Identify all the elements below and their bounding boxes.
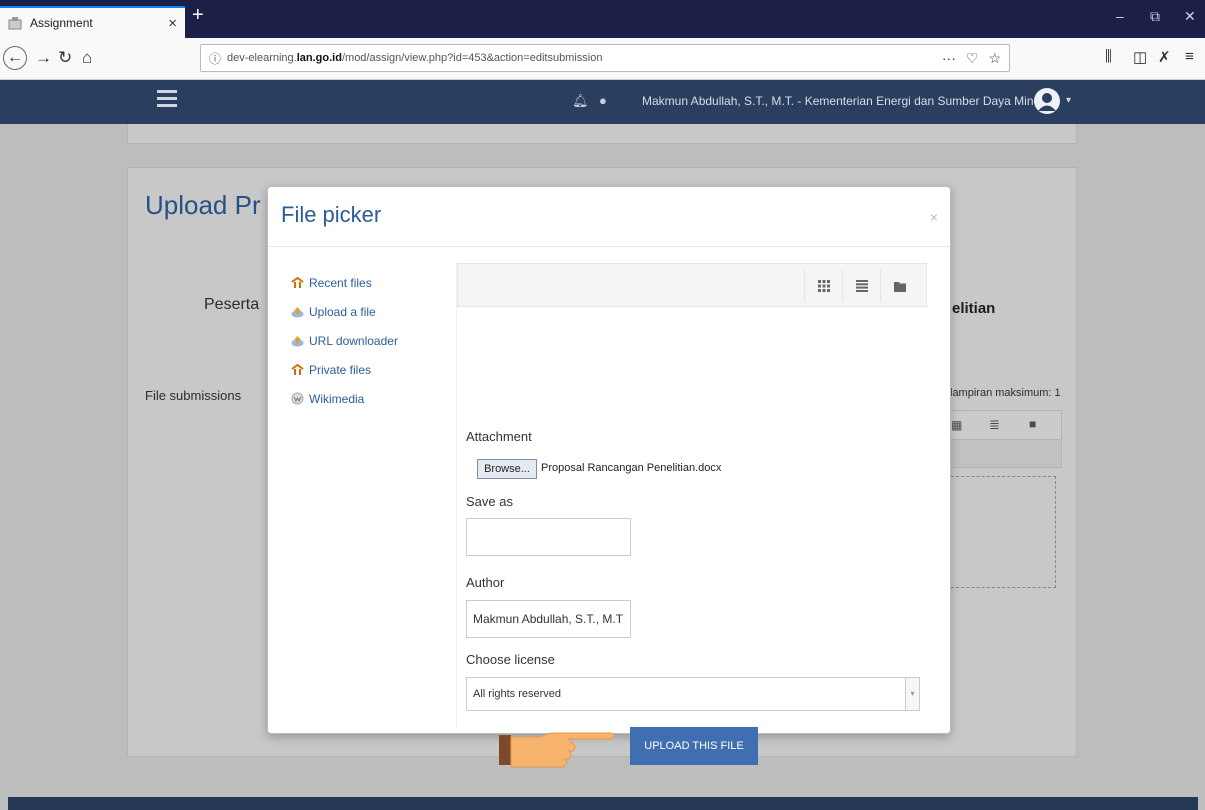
user-name[interactable]: Makmun Abdullah, S.T., M.T. - Kementeria…	[642, 94, 1054, 108]
file-picker-dialog: File picker × Recent files Upload a file…	[267, 186, 951, 768]
url-bar[interactable]: ⓘ dev-elearning. lan.go.id/mod/assign/vie…	[200, 44, 1010, 72]
bookmark-star-icon[interactable]: ☆	[988, 50, 1001, 67]
site-header: 🔔︎ ● Makmun Abdullah, S.T., M.T. - Kemen…	[0, 80, 1205, 124]
url-path: /mod/assign/view.php?id=453&action=edits…	[341, 52, 603, 64]
license-select[interactable]: All rights reserved ▾	[466, 677, 920, 711]
license-label: Choose license	[466, 652, 555, 667]
repository-list: Recent files Upload a file URL downloade…	[290, 271, 450, 416]
repo-label: Upload a file	[309, 304, 376, 319]
url-downloader-icon	[290, 334, 304, 348]
url-host: lan.go.id	[296, 52, 342, 64]
tab-title: Assignment	[30, 16, 93, 30]
pocket-icon[interactable]: ♡	[966, 50, 979, 67]
folder-view-icon[interactable]	[880, 270, 918, 302]
recent-files-icon	[290, 276, 304, 290]
url-prefix: dev-elearning.	[227, 52, 297, 64]
selected-file-name: Proposal Rancangan Penelitian.docx	[541, 462, 722, 474]
page-actions-icon[interactable]: ···	[942, 50, 956, 67]
user-avatar-icon[interactable]	[1034, 88, 1060, 114]
sidebar-toggle-icon[interactable]: ◫	[1133, 48, 1147, 66]
messages-icon[interactable]: ●	[599, 93, 607, 108]
upload-this-file-button[interactable]: UPLOAD THIS FILE	[630, 727, 758, 765]
browser-titlebar: Assignment × + – ⧉ ✕	[0, 0, 1205, 38]
license-selected-value: All rights reserved	[473, 688, 562, 700]
back-arrow-icon[interactable]: ←	[3, 46, 27, 70]
private-files-icon	[290, 363, 304, 377]
attachment-label: Attachment	[466, 429, 532, 444]
upload-file-icon	[290, 305, 304, 319]
close-icon[interactable]: ×	[930, 209, 938, 225]
repo-label: URL downloader	[309, 333, 398, 348]
list-view-icon[interactable]	[842, 270, 880, 302]
new-tab-button[interactable]: +	[192, 4, 204, 27]
user-menu-caret-icon[interactable]: ▾	[1066, 95, 1071, 106]
pointing-hand-icon	[499, 729, 619, 769]
repo-wikimedia[interactable]: Wikimedia	[290, 381, 450, 416]
forward-arrow-icon[interactable]: →	[35, 48, 52, 68]
wikimedia-icon	[290, 392, 304, 406]
chevron-down-icon[interactable]: ▾	[905, 678, 919, 710]
tab-close-icon[interactable]: ×	[168, 15, 177, 32]
hamburger-menu-icon[interactable]	[157, 90, 177, 108]
page-favicon-icon	[8, 16, 22, 30]
grid-view-icon[interactable]	[804, 270, 842, 302]
browse-button[interactable]: Browse...	[477, 459, 537, 479]
repo-label: Private files	[309, 362, 372, 377]
extension-icon[interactable]: ✗	[1158, 48, 1171, 66]
window-close-button[interactable]: ✕	[1184, 8, 1196, 25]
file-picker-toolbar	[457, 263, 927, 307]
repo-label: Recent files	[309, 275, 372, 290]
notification-bell-icon[interactable]: 🔔︎	[572, 93, 589, 109]
save-as-label: Save as	[466, 494, 513, 509]
save-as-input[interactable]	[466, 518, 631, 556]
author-input[interactable]: Makmun Abdullah, S.T., M.T	[466, 600, 631, 638]
repo-label: Wikimedia	[309, 391, 365, 406]
author-label: Author	[466, 575, 505, 590]
library-icon[interactable]: ⫼	[1105, 48, 1112, 65]
site-info-icon[interactable]: ⓘ	[209, 50, 221, 67]
window-minimize-button[interactable]: –	[1116, 8, 1124, 24]
upload-form: Attachment Browse... Proposal Rancangan …	[456, 263, 928, 768]
browser-navbar: ← → ↻ ⌂ ⓘ dev-elearning. lan.go.id/mod/as…	[0, 38, 1205, 80]
home-icon[interactable]: ⌂	[82, 48, 92, 68]
browser-menu-icon[interactable]: ≡	[1185, 48, 1194, 65]
dialog-title: File picker	[281, 202, 382, 227]
window-restore-button[interactable]: ⧉	[1150, 8, 1160, 25]
dialog-header: File picker ×	[268, 187, 950, 247]
browser-tab[interactable]: Assignment ×	[0, 6, 185, 38]
reload-icon[interactable]: ↻	[58, 48, 72, 68]
